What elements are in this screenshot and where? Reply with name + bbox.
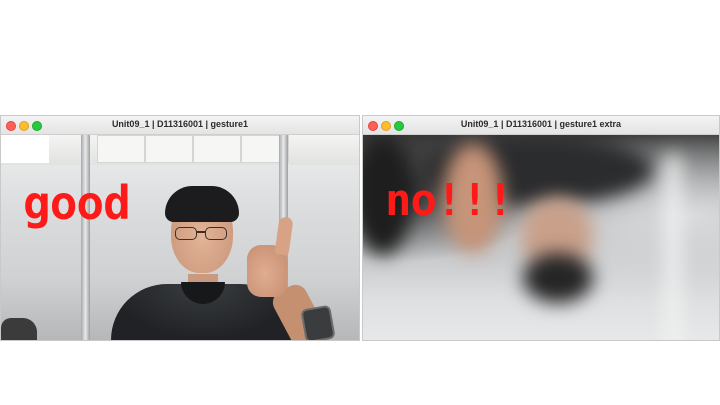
camera-frame: good xyxy=(1,135,359,340)
window-title: Unit09_1 | D11316001 | gesture1 extra xyxy=(460,119,622,129)
gesture-label: no!!! xyxy=(385,175,513,226)
camera-window-gesture1: Unit09_1 | D11316001 | gesture1 good xyxy=(0,115,360,341)
blurred-flipped-webcam-image xyxy=(363,135,719,340)
gesture-label: good xyxy=(23,176,131,230)
window-titlebar[interactable]: Unit09_1 | D11316001 | gesture1 extra xyxy=(363,116,719,135)
camera-frame: no!!! xyxy=(363,135,719,340)
window-titlebar[interactable]: Unit09_1 | D11316001 | gesture1 xyxy=(1,116,359,135)
watch xyxy=(300,304,336,340)
window-title: Unit09_1 | D11316001 | gesture1 xyxy=(111,119,249,129)
camera-window-gesture1-extra: Unit09_1 | D11316001 | gesture1 extra no… xyxy=(362,115,720,341)
webcam-image xyxy=(1,135,359,340)
